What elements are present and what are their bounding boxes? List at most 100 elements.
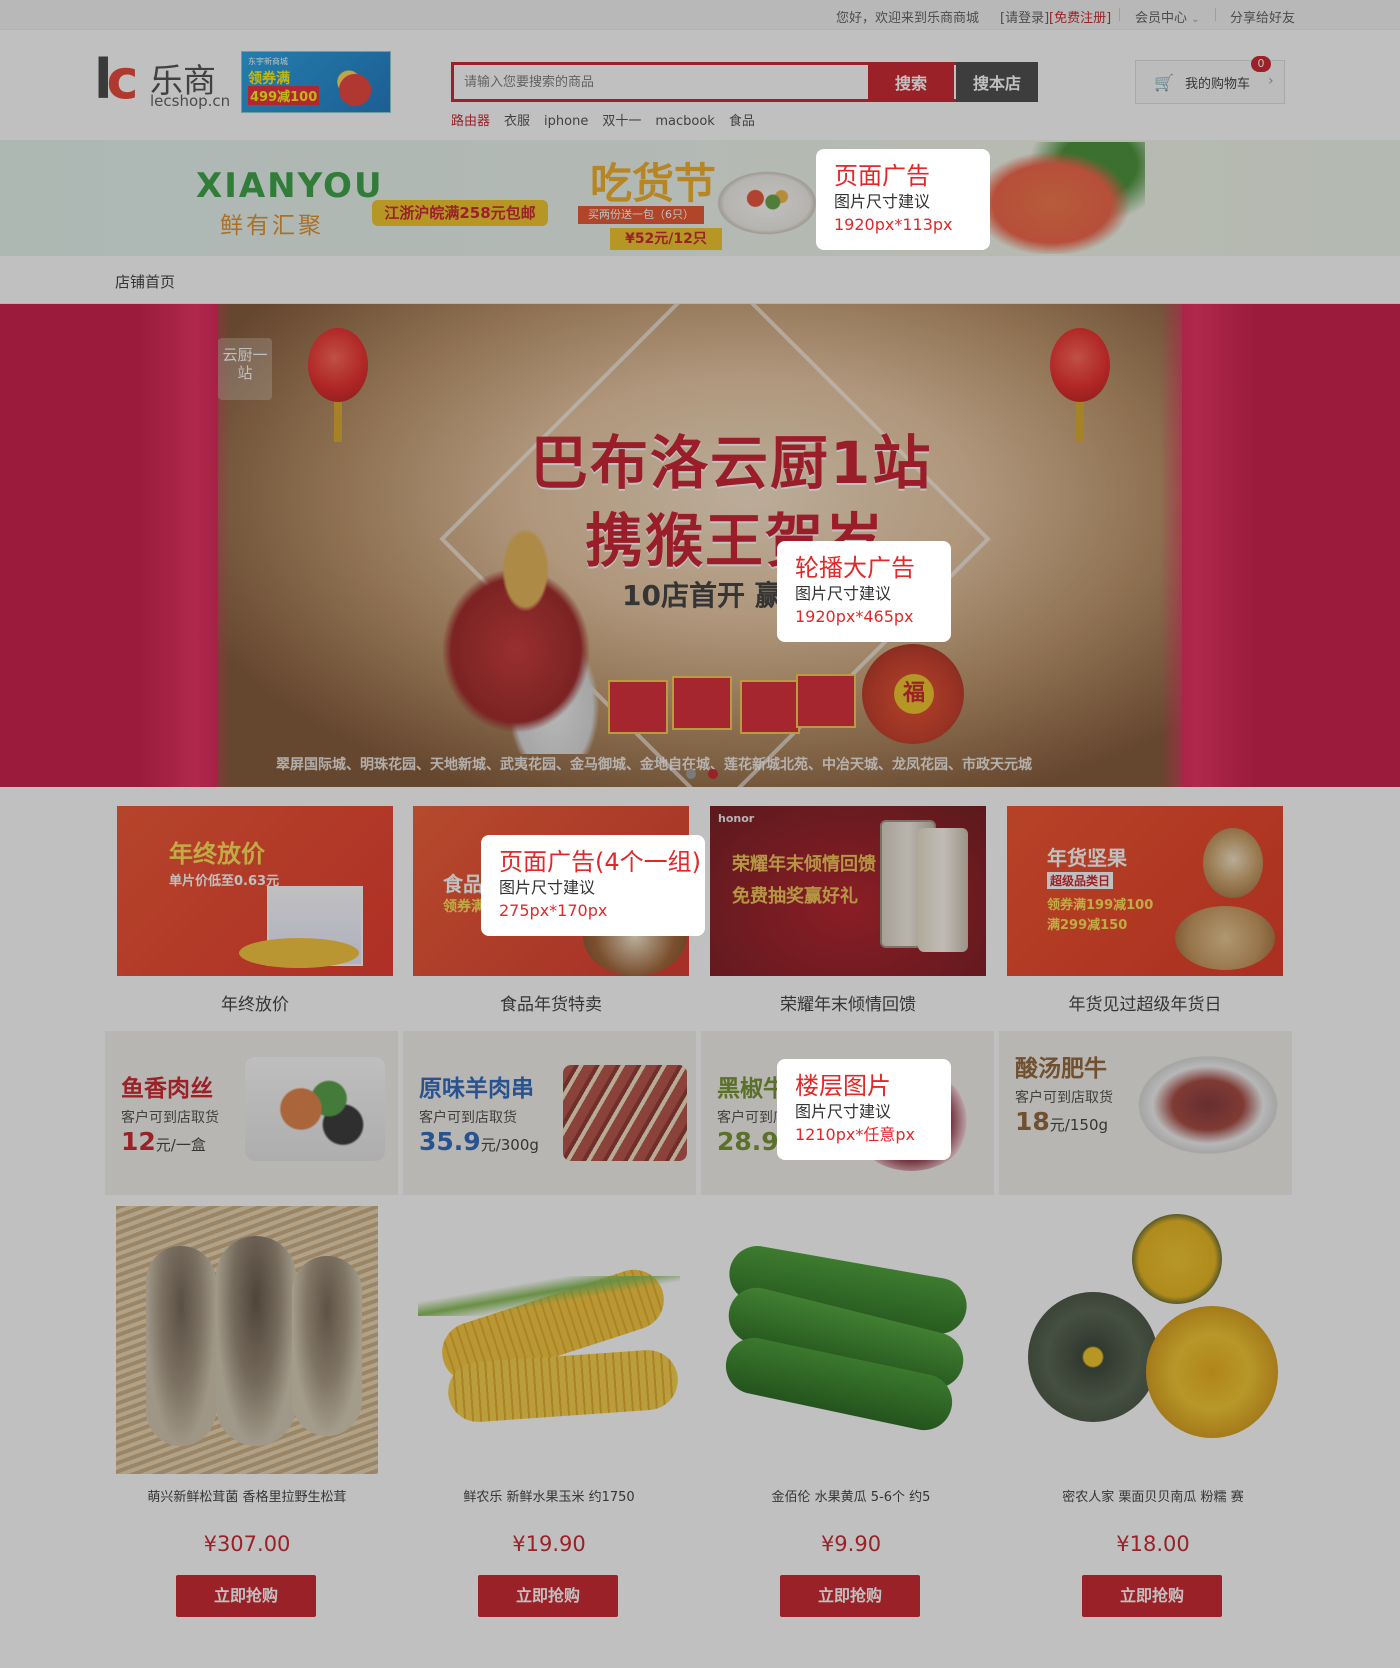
chevron-down-icon: ⌄	[1191, 14, 1200, 25]
squirrel-mascot-image	[1203, 828, 1263, 898]
callout-title: 轮播大广告	[795, 554, 915, 582]
hotword-link[interactable]: 双十一	[602, 114, 641, 129]
hotword-link[interactable]: 路由器	[451, 114, 490, 129]
callout-subtitle: 图片尺寸建议	[834, 192, 931, 211]
store-search-button[interactable]: 搜本店	[956, 62, 1038, 102]
floor-price-unit: 元/300g	[480, 1136, 539, 1154]
carousel-headline: 巴布洛云厨1站	[530, 429, 933, 497]
welcome-text: 您好，欢迎来到乐商商城	[836, 11, 980, 26]
floor-price-value: 12	[121, 1127, 156, 1156]
promo-subtitle: 超级品类日	[1047, 872, 1114, 889]
carousel-dot[interactable]	[686, 769, 696, 779]
phone-back-image	[918, 828, 968, 952]
banner-text: 领券满	[248, 71, 290, 87]
promo-card[interactable]: 年终放价 单片价低至0.63元	[117, 806, 393, 976]
gift-box-image	[608, 680, 668, 734]
divider	[1215, 8, 1216, 21]
gift-box-image	[796, 674, 856, 728]
hotword-link[interactable]: iphone	[544, 114, 588, 129]
product-image[interactable]	[418, 1206, 680, 1474]
product-image[interactable]	[116, 1206, 378, 1474]
member-center-label: 会员中心	[1135, 11, 1188, 26]
product-image[interactable]	[720, 1206, 982, 1474]
floor-price: 35.9元/300g	[419, 1127, 539, 1156]
product-price: ¥19.90	[512, 1532, 586, 1556]
hotword-link[interactable]: 衣服	[504, 114, 530, 129]
fu-character: 福	[894, 674, 934, 714]
callout-size: 1920px*113px	[834, 215, 953, 234]
brand-logo: XIANYOU	[196, 166, 384, 206]
product-name[interactable]: 密农人家 栗面贝贝南瓜 粉糯 赛	[1022, 1486, 1284, 1505]
cart-button[interactable]: 🛒 我的购物车 0 ›	[1135, 56, 1285, 104]
promo-caption[interactable]: 年终放价	[117, 990, 393, 1015]
carousel-dot-active[interactable]	[708, 769, 718, 779]
promo-card[interactable]: 年货坚果 超级品类日 领券满199减100 满299减150	[1007, 806, 1283, 976]
search-input[interactable]	[454, 65, 868, 99]
product-card[interactable]: 鲜农乐 新鲜水果玉米 约1750 ¥19.90 立即抢购	[418, 1206, 680, 1626]
logo[interactable]: lc 乐商 lecshop.cn	[94, 48, 234, 114]
header-banner[interactable]: 东宇新商城 领券满 499减100	[241, 51, 391, 113]
mushroom-image	[146, 1246, 216, 1446]
carousel-dots	[686, 764, 730, 783]
floor-image[interactable]: 酸汤肥牛 客户可到店取货 18元/150g	[999, 1031, 1295, 1195]
brand-slogan: 鲜有汇聚	[220, 213, 324, 239]
buy-now-button[interactable]: 立即抢购	[478, 1575, 618, 1617]
top-bar: 您好，欢迎来到乐商商城 [请登录] [免费注册] 会员中心 ⌄ 分享给好友	[0, 0, 1400, 30]
callout-size: 1210px*任意px	[795, 1125, 915, 1144]
food-plate-image	[712, 168, 822, 238]
curtain-left	[0, 304, 230, 787]
floor-price: 18元/150g	[1015, 1107, 1108, 1136]
buy-now-button[interactable]: 立即抢购	[780, 1575, 920, 1617]
search-button[interactable]: 搜索	[868, 62, 954, 102]
page: { "topbar": { "welcome": "您好，欢迎来到乐商商城", …	[0, 0, 1400, 1668]
size-callout: 楼层图片 图片尺寸建议 1210px*任意px	[777, 1059, 951, 1160]
carousel-banner[interactable]: 云厨一站 巴布洛云厨1站 携猴王贺岁 10店首开 赢战 福 翠屏国际城、明珠花园…	[0, 304, 1400, 787]
pedestal-image	[239, 938, 359, 968]
floor-image[interactable]: 鱼香肉丝 客户可到店取货 12元/一盒	[105, 1031, 401, 1195]
floor-title: 鱼香肉丝	[121, 1076, 213, 1102]
product-card[interactable]: 萌兴新鲜松茸菌 香格里拉野生松茸 ¥307.00 立即抢购	[116, 1206, 378, 1626]
pumpkin-cut-image	[1146, 1306, 1278, 1438]
share-link[interactable]: 分享给好友	[1230, 7, 1295, 26]
buy-now-button[interactable]: 立即抢购	[176, 1575, 316, 1617]
store-home-link[interactable]: 店铺首页	[115, 271, 175, 292]
promo-caption[interactable]: 荣耀年末倾情回馈	[710, 990, 986, 1015]
product-image[interactable]	[1022, 1206, 1284, 1474]
product-card[interactable]: 密农人家 栗面贝贝南瓜 粉糯 赛 ¥18.00 立即抢购	[1022, 1206, 1284, 1626]
fortune-bag-image: 福	[862, 644, 964, 744]
product-card[interactable]: 金佰伦 水果黄瓜 5-6个 约5 ¥9.90 立即抢购	[720, 1206, 982, 1626]
promo-card[interactable]: honor 荣耀年末倾情回馈 免费抽奖赢好礼	[710, 806, 986, 976]
register-link[interactable]: [免费注册]	[1049, 7, 1111, 26]
floor-price-unit: 元/一盒	[155, 1136, 206, 1154]
hotword-link[interactable]: 食品	[729, 114, 755, 129]
product-name[interactable]: 萌兴新鲜松茸菌 香格里拉野生松茸	[116, 1486, 378, 1505]
login-link[interactable]: [请登录]	[1000, 7, 1049, 26]
husk-image	[418, 1276, 680, 1316]
callout-size: 1920px*465px	[795, 607, 914, 626]
carousel-footer-text: 翠屏国际城、明珠花园、天地新城、武夷花园、金马御城、金地自在城、莲花新城北苑、中…	[276, 757, 1032, 773]
member-center-link[interactable]: 会员中心 ⌄	[1135, 7, 1200, 26]
nuts-image	[1175, 906, 1275, 970]
page-ad-banner[interactable]: XIANYOU 鲜有汇聚 江浙沪皖满258元包邮 吃货节 买两份送一包（6只） …	[0, 140, 1400, 256]
product-name[interactable]: 鲜农乐 新鲜水果玉米 约1750	[418, 1486, 680, 1505]
store-nav: 店铺首页	[0, 256, 1400, 304]
product-price: ¥9.90	[820, 1532, 882, 1556]
promo-caption[interactable]: 食品年货特卖	[413, 990, 689, 1015]
floor-note: 客户可到店取货	[1015, 1090, 1113, 1106]
floor-image[interactable]: 原味羊肉串 客户可到店取货 35.9元/300g	[403, 1031, 699, 1195]
promo-subtitle: 单片价低至0.63元	[169, 874, 280, 889]
mushroom-image	[292, 1256, 362, 1436]
search-box: 搜索 搜本店	[451, 62, 1038, 102]
logo-domain: lecshop.cn	[150, 92, 231, 110]
product-price: ¥307.00	[203, 1532, 291, 1556]
buy-now-button[interactable]: 立即抢购	[1082, 1575, 1222, 1617]
gift-box-image	[672, 676, 732, 730]
hotword-link[interactable]: macbook	[655, 114, 714, 129]
floor-title: 黑椒牛	[717, 1076, 786, 1102]
promo-title: 年货坚果	[1047, 846, 1127, 870]
callout-title: 页面广告(4个一组)	[499, 848, 701, 876]
callout-subtitle: 图片尺寸建议	[499, 878, 596, 897]
lantern-image	[308, 328, 368, 442]
product-name[interactable]: 金佰伦 水果黄瓜 5-6个 约5	[720, 1486, 982, 1505]
promo-caption[interactable]: 年货见过超级年货日	[1007, 990, 1283, 1015]
